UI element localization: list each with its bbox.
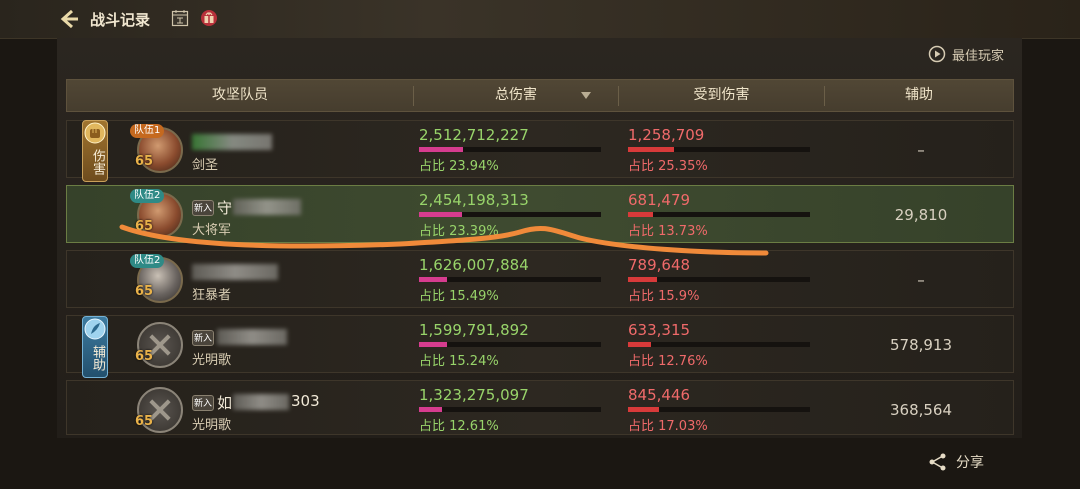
table-row[interactable]: 65 新入 光明歌 1,599,791,892 占比 15.24% 633,31…: [66, 315, 1014, 373]
top-bar: 战斗记录: [0, 0, 1080, 39]
back-arrow-icon[interactable]: [58, 8, 80, 30]
play-circle-icon: [928, 45, 946, 63]
assist-value: –: [917, 141, 925, 159]
player-job: 狂暴者: [192, 288, 232, 303]
player-name-redacted: [233, 199, 301, 215]
column-damage-taken[interactable]: 受到伤害: [619, 80, 824, 111]
table-row[interactable]: 队伍2 65 新入 守 大将军 2,454,198,313 占比 23.39% …: [66, 185, 1014, 243]
role-badge-support: 辅助: [82, 316, 108, 378]
team-tag: 队伍2: [130, 189, 165, 203]
player-name-redacted: [217, 329, 287, 345]
page-title: 战斗记录: [90, 11, 151, 29]
newbie-badge: 新入: [192, 200, 214, 216]
role-badge-damage: 伤害: [82, 120, 108, 182]
newbie-badge: 新入: [192, 395, 214, 411]
assist-value: 29,810: [894, 206, 948, 224]
total-damage-value: 2,454,198,313: [419, 191, 529, 209]
gift-icon[interactable]: [200, 9, 218, 27]
player-level: 65: [135, 349, 154, 364]
share-icon: [929, 453, 946, 471]
player-name-redacted: [192, 264, 278, 280]
damage-share-text: 占比 23.94%: [419, 159, 499, 174]
player-level: 65: [135, 219, 154, 234]
damage-taken-value: 681,479: [628, 191, 691, 209]
assist-value: 368,564: [889, 401, 953, 419]
taken-share-bar: [628, 277, 810, 282]
share-label: 分享: [956, 455, 984, 471]
taken-share-text: 占比 13.73%: [628, 224, 708, 239]
sort-down-icon[interactable]: [581, 92, 591, 99]
assist-value: 578,913: [889, 336, 953, 354]
player-level: 65: [135, 154, 154, 169]
newbie-badge: 新入: [192, 330, 214, 346]
best-player-label: 最佳玩家: [952, 48, 1005, 64]
player-level: 65: [135, 284, 154, 299]
role-label-damage: 伤害: [90, 149, 105, 175]
damage-share-bar: [419, 147, 601, 152]
player-job: 大将军: [192, 223, 232, 238]
total-damage-value: 1,323,275,097: [419, 386, 529, 404]
taken-share-bar: [628, 147, 810, 152]
player-job: 剑圣: [192, 158, 219, 173]
table-header: 攻坚队员 总伤害 受到伤害 辅助: [66, 79, 1014, 112]
fist-icon: [84, 122, 106, 144]
damage-taken-value: 845,446: [628, 386, 691, 404]
total-damage-value: 1,626,007,884: [419, 256, 529, 274]
taken-share-text: 占比 17.03%: [628, 419, 708, 434]
damage-share-text: 占比 12.61%: [419, 419, 499, 434]
taken-share-bar: [628, 407, 810, 412]
taken-share-text: 占比 12.76%: [628, 354, 708, 369]
damage-taken-value: 1,258,709: [628, 126, 705, 144]
player-name-suffix: 303: [291, 392, 320, 410]
total-damage-value: 2,512,712,227: [419, 126, 529, 144]
damage-taken-value: 633,315: [628, 321, 691, 339]
taken-share-bar: [628, 212, 810, 217]
table-row[interactable]: 队伍1 65 剑圣 2,512,712,227 占比 23.94% 1,258,…: [66, 120, 1014, 178]
column-assist[interactable]: 辅助: [825, 80, 1013, 111]
player-job: 光明歌: [192, 418, 232, 433]
column-member: 攻坚队员: [212, 87, 268, 103]
damage-taken-value: 789,648: [628, 256, 691, 274]
player-name-redacted: [192, 134, 272, 150]
damage-share-text: 占比 15.24%: [419, 354, 499, 369]
best-player-button[interactable]: 最佳玩家: [928, 45, 1005, 64]
taken-share-text: 占比 15.9%: [628, 289, 700, 304]
role-label-support: 辅助: [90, 345, 105, 371]
table-row[interactable]: 队伍2 65 狂暴者 1,626,007,884 占比 15.49% 789,6…: [66, 250, 1014, 308]
player-name-redacted: [233, 394, 289, 410]
team-tag: 队伍2: [130, 254, 165, 268]
player-level: 65: [135, 414, 154, 429]
total-damage-value: 1,599,791,892: [419, 321, 529, 339]
share-button[interactable]: 分享: [928, 452, 984, 472]
calendar-icon[interactable]: [171, 9, 189, 27]
assist-value: –: [917, 271, 925, 289]
team-tag: 队伍1: [130, 124, 165, 138]
feather-icon: [84, 318, 106, 340]
damage-share-bar: [419, 407, 601, 412]
table-row[interactable]: 65 新入 如 303 光明歌 1,323,275,097 占比 12.61% …: [66, 380, 1014, 435]
damage-share-bar: [419, 277, 601, 282]
taken-share-text: 占比 25.35%: [628, 159, 708, 174]
damage-share-text: 占比 15.49%: [419, 289, 499, 304]
player-name: 如: [217, 394, 233, 412]
damage-share-bar: [419, 212, 601, 217]
player-job: 光明歌: [192, 353, 232, 368]
taken-share-bar: [628, 342, 810, 347]
damage-share-text: 占比 23.39%: [419, 224, 499, 239]
player-name: 守: [217, 199, 233, 217]
damage-share-bar: [419, 342, 601, 347]
